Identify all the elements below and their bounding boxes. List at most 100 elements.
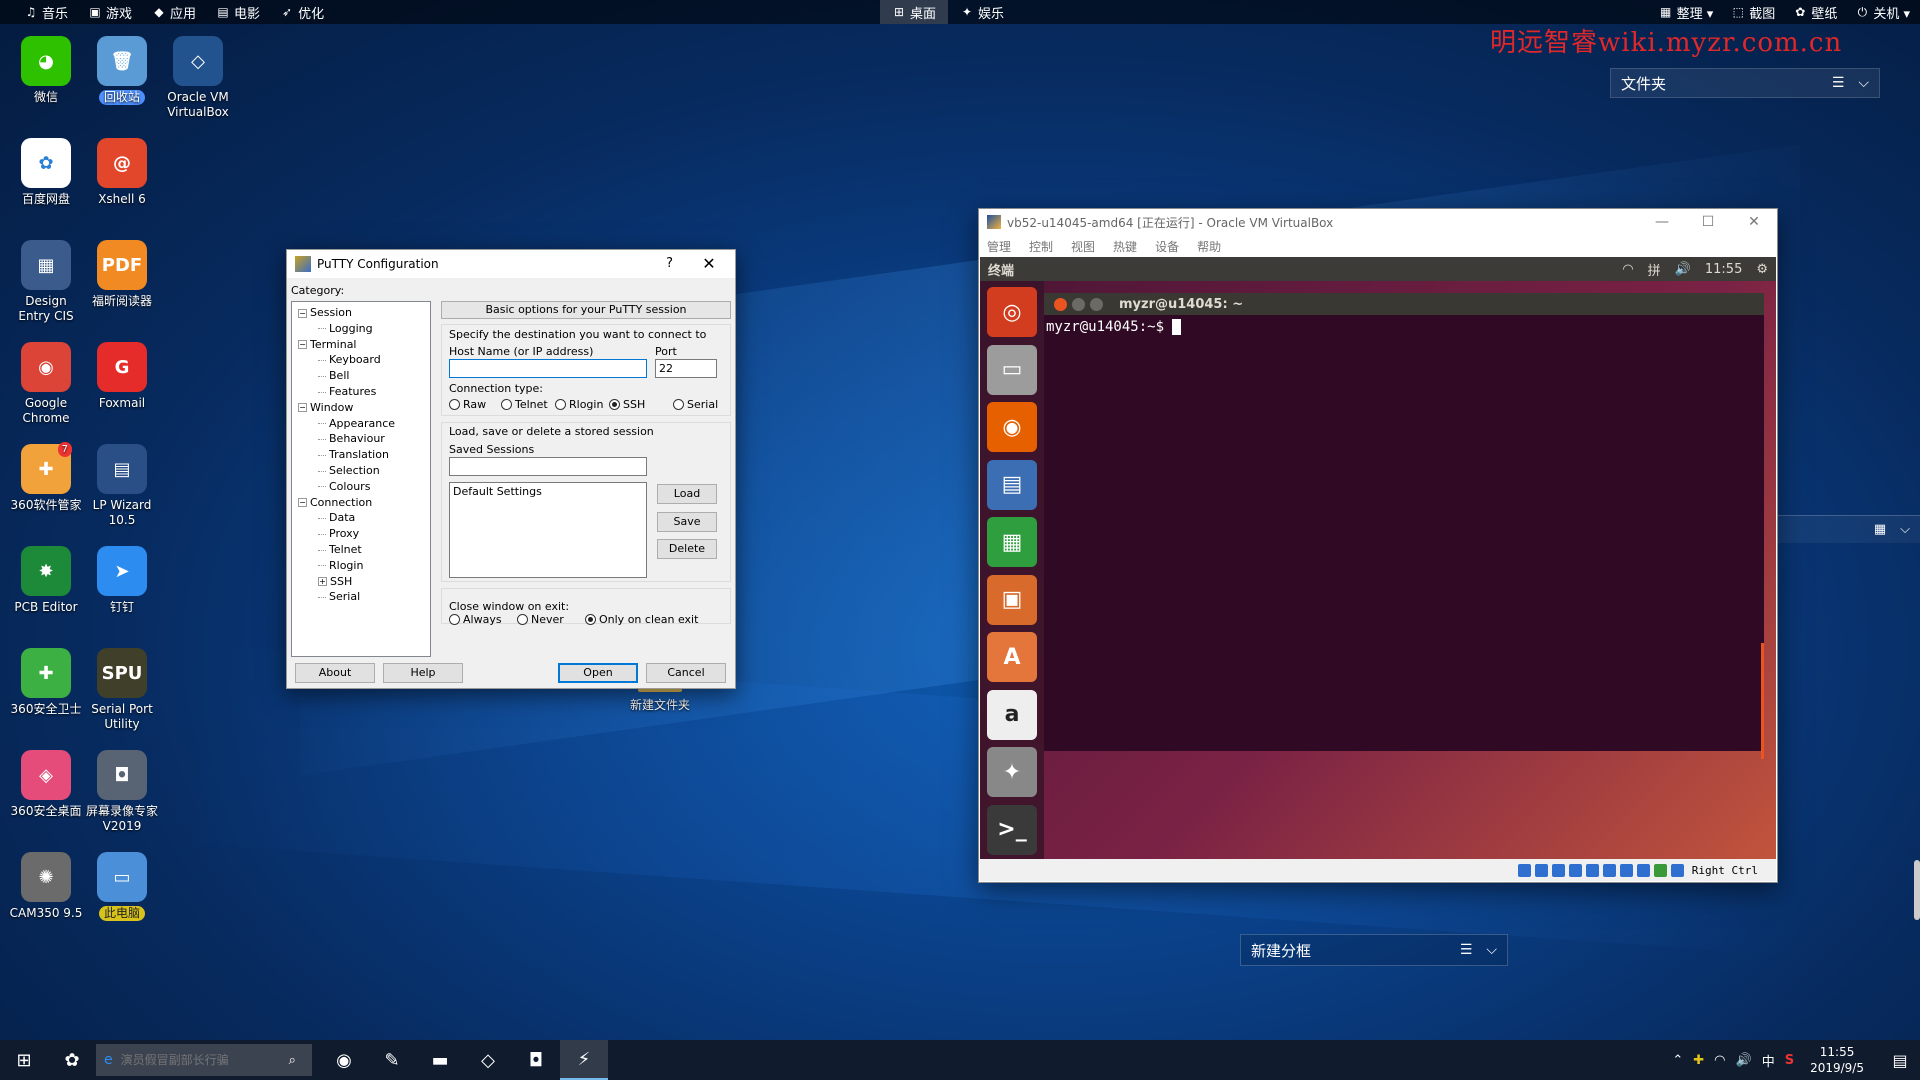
menu-item[interactable]: 控制	[1029, 238, 1053, 255]
desktop-icon-baidu-netdisk[interactable]: ✿ 百度网盘	[8, 138, 84, 207]
tree-item-terminal[interactable]: − Terminal	[298, 338, 357, 351]
volume-icon[interactable]: 🔊	[1736, 1053, 1752, 1068]
topbar-item-star[interactable]: ✦ 娱乐	[948, 0, 1016, 24]
taskbar-virtualbox-icon[interactable]: ◇	[464, 1040, 512, 1080]
tree-item-serial[interactable]: Serial	[318, 590, 360, 603]
tree-item-session[interactable]: − Session	[298, 306, 352, 319]
terminal-window[interactable]: myzr@u14045: ~ myzr@u14045:~$	[1044, 293, 1764, 759]
optical-drive-icon[interactable]	[1534, 863, 1548, 877]
virtualbox-titlebar[interactable]: vb52-u14045-amd64 [正在运行] - Oracle VM Vir…	[979, 209, 1777, 235]
keyboard-input-icon[interactable]: 拼	[1648, 260, 1661, 279]
launcher-libreoffice-calc-icon[interactable]: ▦	[987, 517, 1037, 567]
tree-item-proxy[interactable]: Proxy	[318, 527, 359, 540]
video-capture-icon[interactable]	[1636, 863, 1650, 877]
start-button[interactable]: ⊞	[0, 1040, 48, 1080]
usb-icon[interactable]	[1585, 863, 1599, 877]
terminal-titlebar[interactable]: myzr@u14045: ~	[1044, 293, 1764, 315]
cpu-activity-icon[interactable]	[1653, 863, 1667, 877]
desktop-icon-wechat[interactable]: ◕ 微信	[8, 36, 84, 105]
sessions-list[interactable]: Default Settings	[449, 482, 647, 578]
cancel-button[interactable]: Cancel	[646, 663, 726, 683]
launcher-amazon-icon[interactable]: a	[987, 689, 1037, 740]
host-name-input[interactable]	[449, 359, 647, 378]
taskbar-search-box[interactable]: e ⌕	[96, 1044, 312, 1076]
desktop-icon-360-secure-desktop[interactable]: ◈ 360安全桌面	[8, 750, 84, 819]
desktop-icon-360-safeguard[interactable]: ✚ 360安全卫士	[8, 648, 84, 717]
chevron-down-icon[interactable]: ⌵	[1858, 75, 1869, 91]
terminal-output[interactable]: myzr@u14045:~$	[1044, 315, 1764, 339]
launcher-firefox-icon[interactable]: ◉	[987, 402, 1037, 452]
tree-item-translation[interactable]: Translation	[318, 448, 389, 461]
taskbar-chrome-icon[interactable]: ◉	[320, 1040, 368, 1080]
menu-item[interactable]: 管理	[987, 238, 1011, 255]
topbar-item-music-note[interactable]: ♫ 音乐	[24, 3, 68, 22]
desktop-icon-screen-recorder[interactable]: ◘ 屏幕录像专家V2019	[84, 750, 160, 834]
notification-center-icon[interactable]: ▤	[1880, 1051, 1920, 1070]
tree-item-rlogin[interactable]: Rlogin	[318, 559, 363, 572]
launcher-system-settings-icon[interactable]: ✦	[987, 747, 1037, 797]
desktop-icon-serial-port-utility[interactable]: SPU Serial Port Utility	[84, 648, 160, 732]
list-view-icon[interactable]: ☰	[1832, 75, 1845, 91]
desktop-icon-this-pc[interactable]: ▭ 此电脑	[84, 852, 160, 921]
terminal-scrollbar[interactable]	[1761, 643, 1764, 759]
radio-telnet[interactable]: Telnet	[501, 398, 548, 411]
sogou-ime-icon[interactable]: S	[1785, 1053, 1794, 1068]
show-hidden-icons-icon[interactable]: ⌃	[1672, 1053, 1683, 1068]
desktop-icon-oracle-vm-virtualbox[interactable]: ◇ Oracle VM VirtualBox	[160, 36, 236, 120]
topbar-item-screenshot[interactable]: ⬚ 截图	[1731, 3, 1776, 22]
taskbar-video-recorder-icon[interactable]: ◘	[512, 1040, 560, 1080]
taskbar-notepad-icon[interactable]: ✎	[368, 1040, 416, 1080]
saved-sessions-input[interactable]	[449, 457, 647, 476]
open-button[interactable]: Open	[558, 663, 638, 683]
radio-serial[interactable]: Serial	[673, 398, 718, 411]
desktop-icon-xshell-6[interactable]: @ Xshell 6	[84, 138, 160, 207]
help-button[interactable]: Help	[383, 663, 463, 683]
vm-screen[interactable]: 终端 ◠ 拼 🔊 11:55 ⚙ ◎ ▭ ◉ ▤ ▦ ▣ Aa ✦ >_ myzr@u14045…	[980, 257, 1776, 859]
topbar-item-film[interactable]: ▤ 电影	[216, 3, 260, 22]
launcher-terminal-icon[interactable]: >_	[987, 804, 1037, 855]
shared-folder-icon[interactable]	[1602, 863, 1616, 877]
delete-button[interactable]: Delete	[657, 539, 717, 559]
wifi-icon[interactable]: ◠	[1622, 262, 1633, 277]
session-list-item[interactable]: Default Settings	[453, 485, 643, 498]
desktop-icon-foxit-reader[interactable]: PDF 福昕阅读器	[84, 240, 160, 309]
menu-item[interactable]: 视图	[1071, 238, 1095, 255]
close-icon[interactable]: ✕	[691, 250, 727, 278]
tree-item-window[interactable]: − Window	[298, 401, 353, 414]
list-view-icon[interactable]: ☰	[1460, 942, 1473, 958]
taskbar-search-input[interactable]	[118, 1052, 283, 1068]
radio-raw[interactable]: Raw	[449, 398, 486, 411]
chevron-down-icon[interactable]: ⌵	[1900, 522, 1910, 537]
desktop-icon-lp-wizard[interactable]: ▤ LP Wizard 10.5	[84, 444, 160, 528]
taskbar-360-icon[interactable]: ✿	[48, 1040, 96, 1080]
tree-item-data[interactable]: Data	[318, 511, 355, 524]
tree-item-features[interactable]: Features	[318, 385, 376, 398]
maximize-icon[interactable]: ☐	[1685, 209, 1731, 235]
desktop-icon-foxmail[interactable]: G Foxmail	[84, 342, 160, 411]
desktop-icon-google-chrome[interactable]: ◉ Google Chrome	[8, 342, 84, 426]
topbar-item-rocket[interactable]: ➶ 优化	[280, 3, 324, 22]
help-icon[interactable]: ?	[666, 256, 673, 271]
taskbar-putty-icon[interactable]: ⚡	[560, 1040, 608, 1080]
input-method-indicator[interactable]: 中	[1762, 1051, 1775, 1070]
menu-item[interactable]: 设备	[1155, 238, 1179, 255]
display-icon[interactable]	[1619, 863, 1633, 877]
desktop-icon-recycle-bin[interactable]: 🗑 回收站	[84, 36, 160, 105]
tree-item-telnet[interactable]: Telnet	[318, 543, 362, 556]
ubuntu-clock[interactable]: 11:55	[1705, 262, 1742, 277]
maximize-icon[interactable]	[1090, 297, 1103, 311]
launcher-ubuntu-dash-icon[interactable]: ◎	[987, 287, 1037, 337]
tree-item-logging[interactable]: Logging	[318, 322, 373, 335]
launcher-libreoffice-writer-icon[interactable]: ▤	[987, 459, 1037, 510]
radio-always[interactable]: Always	[449, 613, 502, 626]
tree-item-ssh[interactable]: + SSH	[318, 575, 352, 588]
taskbar-clock[interactable]: 11:55 2019/9/5	[1804, 1044, 1870, 1076]
chevron-down-icon[interactable]: ⌵	[1486, 942, 1497, 958]
search-icon[interactable]: ⌕	[289, 1053, 296, 1068]
grid-icon[interactable]: ▦	[1874, 522, 1886, 537]
edge-scrollbar[interactable]	[1914, 860, 1920, 920]
menu-item[interactable]: 热键	[1113, 238, 1137, 255]
network-icon[interactable]	[1568, 863, 1582, 877]
minimize-icon[interactable]: —	[1639, 209, 1685, 235]
tree-item-selection[interactable]: Selection	[318, 464, 380, 477]
